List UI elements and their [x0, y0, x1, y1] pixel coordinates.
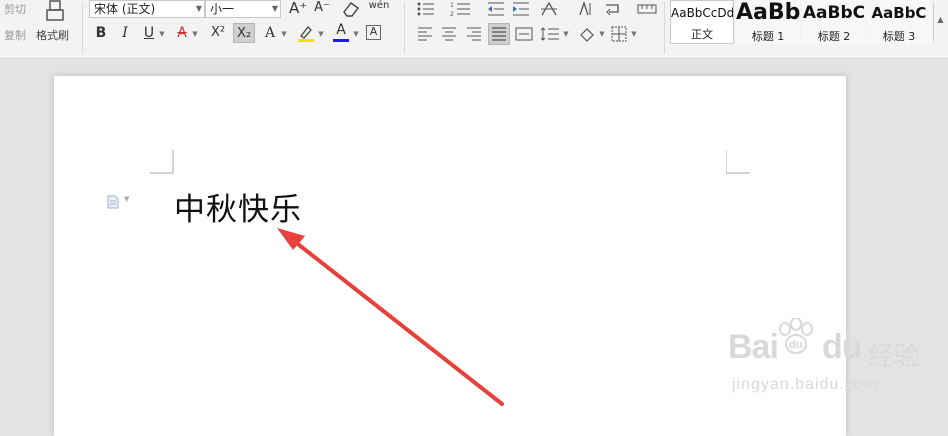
line-break-icon[interactable]: [604, 1, 622, 17]
copy-button[interactable]: 复制: [4, 27, 26, 43]
character-border-label: A: [369, 25, 378, 38]
watermark-brand: Bai: [728, 328, 779, 366]
font-color-label: A: [336, 22, 346, 38]
styles-scroll-up-button[interactable]: ▲: [933, 2, 947, 42]
chevron-down-icon: ▼: [271, 4, 278, 13]
decrease-indent-icon[interactable]: [486, 1, 506, 17]
svg-text:1: 1: [450, 2, 454, 9]
bullet-list-icon[interactable]: [416, 1, 436, 17]
font-size-value: 小一: [210, 2, 235, 16]
shrink-font-button[interactable]: A⁻: [313, 0, 331, 18]
chevron-down-icon[interactable]: ▼: [279, 24, 289, 44]
chevron-down-icon[interactable]: ▼: [190, 24, 200, 44]
justify-icon: [492, 27, 506, 41]
margin-corner-marker: [726, 150, 750, 174]
format-painter-label: 格式刷: [36, 29, 69, 42]
highlight-button[interactable]: [296, 23, 316, 43]
style-normal[interactable]: AaBbCcDd 正文: [670, 0, 734, 44]
numbered-list-icon[interactable]: 12: [450, 1, 472, 17]
align-center-icon[interactable]: [441, 27, 457, 41]
divider: [664, 2, 665, 54]
style-sample: AaBbC: [802, 3, 866, 23]
style-name: 标题 1: [751, 30, 785, 43]
chevron-down-icon[interactable]: ▼: [561, 24, 571, 44]
divider: [404, 2, 405, 54]
text-effects-button[interactable]: A: [262, 23, 278, 43]
shading-icon[interactable]: [578, 26, 596, 42]
cut-button[interactable]: 剪切: [4, 1, 26, 17]
watermark-url: jingyan.baidu.com: [732, 376, 878, 393]
style-sample: AaBbC: [871, 4, 927, 22]
font-family-select[interactable]: 宋体 (正文) ▼: [89, 0, 205, 18]
borders-icon[interactable]: [611, 26, 627, 42]
sort-icon[interactable]: [577, 1, 593, 17]
justify-button[interactable]: [488, 23, 510, 45]
eraser-icon: [343, 2, 359, 17]
watermark: du Bai du 经验 jingyan.baidu.com: [728, 318, 938, 398]
align-right-icon[interactable]: [466, 27, 482, 41]
style-sample: AaBbCcDd: [671, 6, 733, 20]
svg-text:2: 2: [450, 11, 454, 17]
highlighter-icon: [298, 26, 314, 42]
chevron-up-icon: ▲: [937, 15, 944, 24]
italic-button[interactable]: I: [117, 23, 133, 43]
grow-font-button[interactable]: A⁺: [289, 0, 307, 18]
ribbon-toolbar: 剪切 复制 格式刷 宋体 (正文) ▼ 小一 ▼ A⁺ A⁻ wén B I U…: [0, 0, 948, 59]
superscript-button[interactable]: X²: [207, 23, 229, 43]
increase-indent-icon[interactable]: [511, 1, 531, 17]
chevron-down-icon[interactable]: ▼: [316, 24, 326, 44]
style-name: 标题 3: [882, 30, 916, 43]
phonetic-guide-button[interactable]: wén: [368, 0, 390, 16]
character-border-button[interactable]: A: [366, 25, 381, 40]
font-size-select[interactable]: 小一 ▼: [205, 0, 281, 18]
distribute-icon[interactable]: [515, 27, 533, 41]
text-direction-icon[interactable]: [539, 1, 559, 17]
chevron-down-icon: ▼: [124, 195, 130, 203]
svg-text:du: du: [789, 339, 802, 351]
chevron-down-icon[interactable]: ▼: [157, 24, 167, 44]
clear-format-button[interactable]: [341, 0, 361, 18]
watermark-brand-suffix: du: [822, 328, 863, 366]
align-left-icon[interactable]: [417, 27, 433, 41]
ruler-icon[interactable]: [637, 3, 657, 15]
style-heading-1[interactable]: AaBb 标题 1: [736, 0, 800, 44]
subscript-button[interactable]: X₂: [233, 23, 255, 43]
style-heading-2[interactable]: AaBbC 标题 2: [802, 0, 866, 44]
document-icon: [107, 195, 119, 209]
format-painter-button[interactable]: 格式刷: [36, 0, 74, 44]
bold-button[interactable]: B: [93, 23, 109, 43]
paw-icon: du: [779, 318, 813, 354]
chevron-down-icon[interactable]: ▼: [351, 24, 361, 44]
chevron-down-icon: ▼: [195, 4, 202, 13]
font-color-swatch: [333, 39, 349, 42]
paragraph-handle[interactable]: ▼: [107, 194, 135, 210]
underline-button[interactable]: U: [141, 23, 157, 43]
style-name: 标题 2: [817, 30, 851, 43]
line-spacing-icon[interactable]: [540, 26, 560, 42]
style-name: 正文: [691, 28, 713, 41]
chevron-down-icon[interactable]: ▼: [597, 24, 607, 44]
divider: [82, 2, 83, 54]
document-body-text[interactable]: 中秋快乐: [174, 184, 302, 229]
chevron-down-icon[interactable]: ▼: [629, 24, 639, 44]
font-color-button[interactable]: A: [332, 22, 350, 43]
watermark-cn: 经验: [868, 342, 921, 372]
style-sample: AaBb: [736, 0, 800, 25]
paintbrush-icon: [46, 0, 64, 21]
style-heading-3[interactable]: AaBbC 标题 3: [867, 0, 931, 44]
font-family-value: 宋体 (正文): [94, 2, 156, 16]
margin-corner-marker: [150, 150, 174, 174]
strikethrough-button[interactable]: A: [174, 23, 190, 43]
